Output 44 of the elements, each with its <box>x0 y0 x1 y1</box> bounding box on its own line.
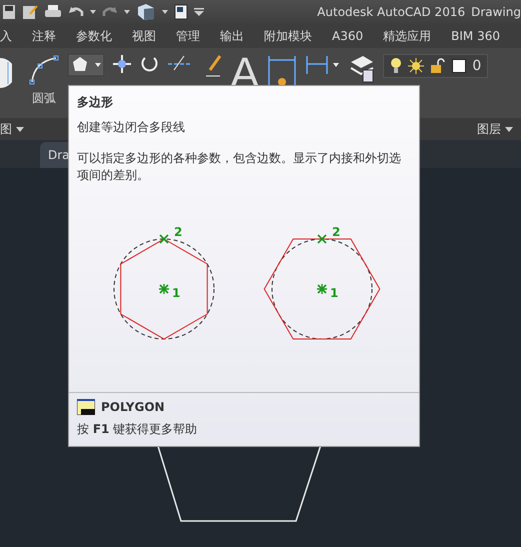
caret-icon[interactable] <box>162 10 168 14</box>
lightbulb-icon[interactable] <box>390 57 402 75</box>
polygon-tool-icon[interactable] <box>68 54 104 76</box>
document-title: Drawing <box>471 5 521 19</box>
ribbon-tab[interactable]: 精选应用 <box>383 28 442 44</box>
tooltip-summary: 创建等边闭合多段线 <box>77 119 186 136</box>
panel-title[interactable]: 图 <box>0 120 12 138</box>
move-icon[interactable] <box>112 54 132 74</box>
ribbon-tab[interactable]: 附加模块 <box>264 28 322 44</box>
point-label: 1 <box>330 286 338 300</box>
window-title: Autodesk AutoCAD 2016 <box>317 5 466 19</box>
ribbon-tab[interactable]: BIM 360 <box>451 29 510 43</box>
caret-icon[interactable] <box>505 126 513 132</box>
unlock-icon[interactable] <box>430 58 446 74</box>
arc-label[interactable]: 圆弧 <box>32 90 56 107</box>
ribbon-tab[interactable]: 入 <box>0 28 22 44</box>
ribbon-tab[interactable]: 注释 <box>32 28 66 44</box>
more-icon[interactable] <box>194 8 204 16</box>
save-icon[interactable] <box>2 4 16 20</box>
tooltip-title: 多边形 <box>77 94 114 111</box>
point-label: 1 <box>172 286 180 300</box>
layer-name: 0 <box>472 58 482 74</box>
save-as-icon[interactable] <box>22 4 38 20</box>
color-swatch-icon[interactable] <box>452 59 466 73</box>
layer-dropdown[interactable]: 0 <box>383 54 488 78</box>
help-hint: 按 F1 键获得更多帮助 <box>77 421 198 438</box>
panel-title[interactable]: 图层 <box>477 120 501 138</box>
layers-icon[interactable] <box>349 54 376 84</box>
caret-icon[interactable] <box>124 10 130 14</box>
ribbon-tab[interactable]: A360 <box>332 29 374 43</box>
sun-icon[interactable] <box>408 58 424 74</box>
ribbon-tab[interactable]: 视图 <box>132 28 166 44</box>
caret-icon[interactable] <box>90 10 96 14</box>
command-name: POLYGON <box>101 400 165 414</box>
ribbon-tab[interactable]: 管理 <box>176 28 210 44</box>
point-label: 2 <box>174 225 182 239</box>
arc-icon[interactable] <box>28 54 60 86</box>
point-label: 2 <box>332 225 340 239</box>
print-icon[interactable] <box>44 4 62 20</box>
ribbon-tab[interactable]: 输出 <box>220 28 254 44</box>
command-icon[interactable] <box>77 399 95 415</box>
ribbon-tab[interactable]: 参数化 <box>76 28 122 44</box>
caret-icon[interactable] <box>16 126 24 132</box>
linear-dimension-icon[interactable] <box>305 54 342 76</box>
